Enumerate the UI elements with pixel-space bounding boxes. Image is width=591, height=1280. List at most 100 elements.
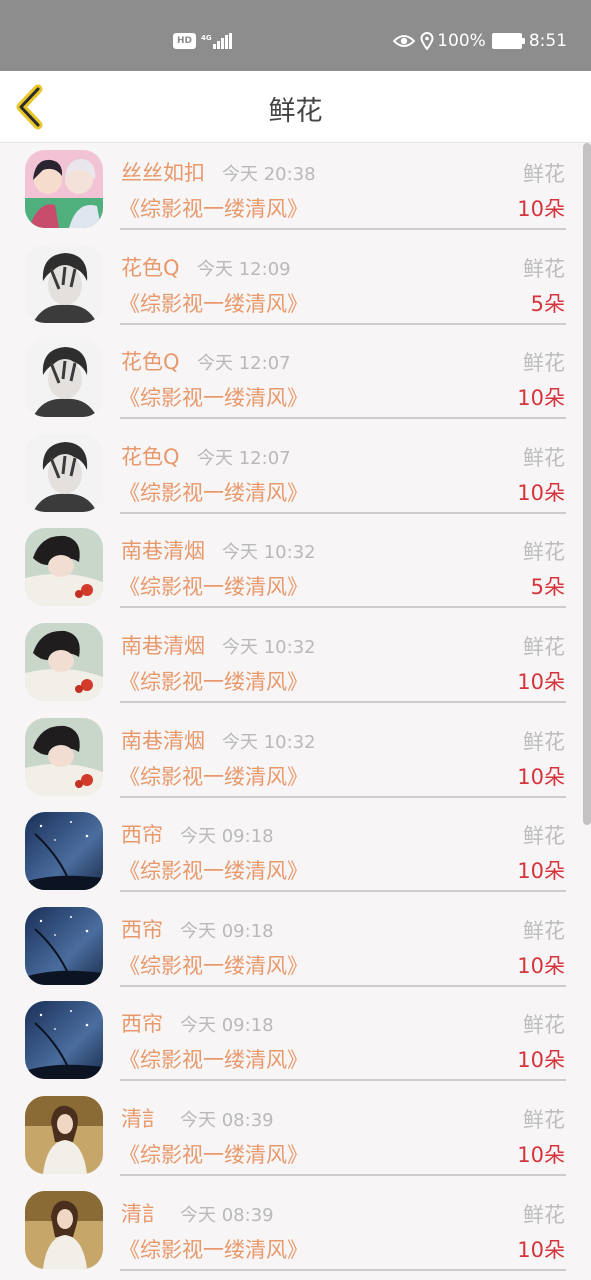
gift-count: 10朵 bbox=[517, 764, 565, 789]
gift-type: 鲜花 bbox=[523, 918, 565, 943]
gift-time: 今天 10:32 bbox=[222, 542, 316, 564]
gift-count: 10朵 bbox=[517, 669, 565, 694]
gift-count: 10朵 bbox=[517, 1237, 565, 1262]
system-indicators: 100% 8:51 bbox=[393, 31, 567, 51]
scrollbar[interactable] bbox=[583, 143, 591, 825]
book-title[interactable]: 《综影视一缕清风》 bbox=[119, 1234, 308, 1264]
gift-record-row[interactable]: 西帘 今天 09:18 鲜花《综影视一缕清风》 10朵 bbox=[0, 994, 591, 1089]
row-divider bbox=[120, 1173, 566, 1176]
sender-name[interactable]: 西帘 bbox=[121, 819, 163, 849]
gift-record-row[interactable]: 南巷清烟 今天 10:32 鲜花《综影视一缕清风》 10朵 bbox=[0, 616, 591, 711]
row-divider bbox=[120, 322, 566, 325]
battery-percent: 100% bbox=[437, 31, 486, 51]
book-title[interactable]: 《综影视一缕清风》 bbox=[119, 761, 308, 791]
row-divider bbox=[120, 700, 566, 703]
gift-record-row[interactable]: 丝丝如扣 今天 20:38 鲜花 《综影视一缕清风》 10朵 bbox=[0, 143, 591, 238]
gift-record-row[interactable]: 花色Q 今天 12:09 鲜花《综影视一缕清风》 5朵 bbox=[0, 238, 591, 333]
gift-type: 鲜花 bbox=[523, 351, 565, 376]
gift-type: 鲜花 bbox=[523, 540, 565, 565]
gift-type: 鲜花 bbox=[523, 256, 565, 281]
battery-charging-icon bbox=[491, 33, 525, 49]
user-avatar[interactable] bbox=[25, 622, 103, 701]
gift-count: 10朵 bbox=[517, 953, 565, 978]
book-title[interactable]: 《综影视一缕清风》 bbox=[119, 288, 308, 318]
gift-record-row[interactable]: 花色Q 今天 12:07 鲜花 《综影视一缕清风》 10朵 bbox=[0, 427, 591, 522]
gift-count: 10朵 bbox=[517, 859, 565, 884]
sender-name[interactable]: 花色Q bbox=[121, 252, 180, 282]
row-divider bbox=[120, 417, 566, 420]
gift-type: 鲜花 bbox=[523, 634, 565, 659]
header: 鲜花 bbox=[0, 71, 591, 143]
gift-type: 鲜花 bbox=[523, 162, 565, 186]
sender-name[interactable]: 花色Q bbox=[121, 441, 180, 471]
book-title[interactable]: 《综影视一缕清风》 bbox=[119, 855, 308, 885]
gift-time: 今天 09:18 bbox=[180, 826, 274, 848]
book-title[interactable]: 《综影视一缕清风》 bbox=[119, 193, 308, 223]
gift-record-row[interactable]: 南巷清烟 今天 10:32 鲜花 《综影视一缕清风》 10朵 bbox=[0, 711, 591, 806]
sender-name[interactable]: 花色Q bbox=[121, 346, 180, 376]
gift-time: 今天 08:39 bbox=[180, 1109, 274, 1131]
gift-time: 今天 12:09 bbox=[197, 258, 291, 280]
book-title[interactable]: 《综影视一缕清风》 bbox=[119, 666, 308, 696]
gift-record-row[interactable]: 花色Q 今天 12:07 鲜花《综影视一缕清风》 10朵 bbox=[0, 332, 591, 427]
sender-name[interactable]: 西帘 bbox=[121, 1008, 163, 1038]
gift-record-row[interactable]: 南巷清烟 今天 10:32 鲜花《综影视一缕清风》 5朵 bbox=[0, 521, 591, 616]
book-title[interactable]: 《综影视一缕清风》 bbox=[119, 1044, 308, 1074]
gift-type: 鲜花 bbox=[523, 824, 565, 849]
book-title[interactable]: 《综影视一缕清风》 bbox=[119, 571, 308, 601]
page-title: 鲜花 bbox=[268, 96, 323, 127]
user-avatar[interactable] bbox=[25, 717, 103, 796]
gift-count: 5朵 bbox=[530, 575, 565, 600]
gift-time: 今天 12:07 bbox=[197, 353, 291, 375]
user-avatar[interactable] bbox=[25, 244, 103, 323]
row-divider bbox=[120, 1079, 566, 1082]
gift-time: 今天 10:32 bbox=[222, 636, 316, 658]
row-divider bbox=[120, 511, 566, 514]
book-title[interactable]: 《综影视一缕清风》 bbox=[119, 477, 308, 507]
row-divider bbox=[120, 890, 566, 893]
user-avatar[interactable] bbox=[25, 1001, 103, 1080]
user-avatar[interactable] bbox=[25, 339, 103, 418]
sender-name[interactable]: 清訁 bbox=[121, 1198, 163, 1228]
sender-name[interactable]: 南巷清烟 bbox=[121, 535, 205, 565]
gift-count: 5朵 bbox=[530, 291, 565, 316]
user-avatar[interactable] bbox=[25, 433, 103, 512]
book-title[interactable]: 《综影视一缕清风》 bbox=[119, 1139, 308, 1169]
user-avatar[interactable] bbox=[25, 1095, 103, 1174]
gift-record-row[interactable]: 西帘 今天 09:18 鲜花《综影视一缕清风》 10朵 bbox=[0, 805, 591, 900]
sender-name[interactable]: 清訁 bbox=[121, 1103, 163, 1133]
user-avatar[interactable] bbox=[25, 1190, 103, 1269]
sender-name[interactable]: 南巷清烟 bbox=[121, 630, 205, 660]
clock: 8:51 bbox=[528, 31, 567, 51]
book-title[interactable]: 《综影视一缕清风》 bbox=[119, 950, 308, 980]
gift-record-row[interactable]: 西帘 今天 09:18 鲜花《综影视一缕清风》 10朵 bbox=[0, 900, 591, 995]
gift-record-row[interactable]: 清訁 今天 08:39 鲜花《综影视一缕清风》 10朵 bbox=[0, 1089, 591, 1184]
gift-type: 鲜花 bbox=[523, 1202, 565, 1227]
signal-icon bbox=[212, 33, 233, 49]
gift-type: 鲜花 bbox=[523, 445, 565, 470]
gift-time: 今天 09:18 bbox=[180, 1015, 274, 1037]
book-title[interactable]: 《综影视一缕清风》 bbox=[119, 382, 308, 412]
sender-name[interactable]: 西帘 bbox=[121, 914, 163, 944]
user-avatar[interactable] bbox=[25, 528, 103, 607]
row-divider bbox=[120, 228, 566, 230]
gift-count: 10朵 bbox=[517, 1142, 565, 1167]
location-icon bbox=[420, 32, 434, 50]
gift-record-row[interactable]: 清訁 今天 08:39 鲜花 《综影视一缕清风》 10朵 bbox=[0, 1184, 591, 1279]
gift-count: 10朵 bbox=[517, 386, 565, 411]
gift-type: 鲜花 bbox=[523, 1107, 565, 1132]
gift-time: 今天 20:38 bbox=[222, 164, 316, 185]
sender-name[interactable]: 南巷清烟 bbox=[121, 725, 205, 755]
user-avatar[interactable] bbox=[25, 906, 103, 985]
gift-count: 10朵 bbox=[517, 1048, 565, 1073]
gift-time: 今天 09:18 bbox=[180, 920, 274, 942]
sender-name[interactable]: 丝丝如扣 bbox=[121, 157, 205, 187]
user-avatar[interactable] bbox=[25, 150, 103, 228]
row-divider bbox=[120, 1268, 566, 1271]
user-avatar[interactable] bbox=[25, 812, 103, 891]
gift-record-list[interactable]: 丝丝如扣 今天 20:38 鲜花 《综影视一缕清风》 10朵 花色Q 今天 12:09 鲜花《… bbox=[0, 143, 591, 1278]
eye-icon bbox=[393, 34, 416, 48]
gift-time: 今天 10:32 bbox=[222, 731, 316, 753]
gift-time: 今天 12:07 bbox=[197, 447, 291, 469]
gift-type: 鲜花 bbox=[523, 1013, 565, 1038]
